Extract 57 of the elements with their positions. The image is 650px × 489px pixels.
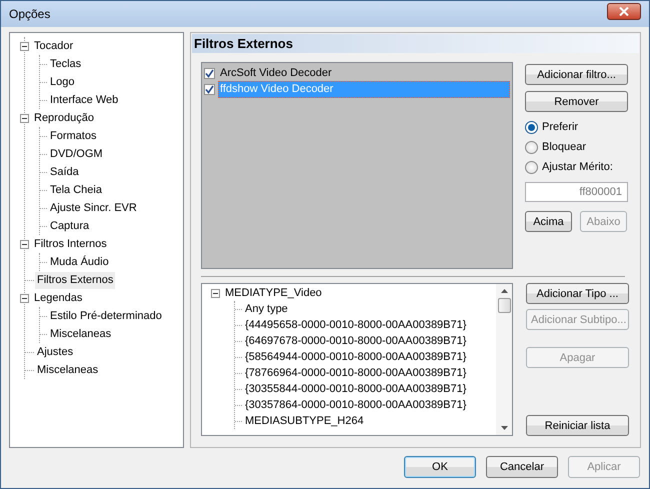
tree-item[interactable]: {78766964-0000-0010-8000-00AA00389B71}	[243, 364, 468, 382]
tree-item[interactable]: Miscelaneas	[48, 326, 114, 342]
tree-item[interactable]: {44495658-0000-0010-8000-00AA00389B71}	[243, 316, 468, 334]
collapse-icon[interactable]	[20, 240, 29, 248]
type-button[interactable]: Adicionar Tipo ...	[526, 283, 629, 304]
radio-button[interactable]	[525, 160, 538, 174]
tree-item[interactable]: Estilo Pré-determinado	[48, 308, 164, 324]
tree-item[interactable]: Ajuste Sincr. EVR	[48, 200, 139, 216]
collapse-icon[interactable]	[211, 288, 220, 298]
tree-item[interactable]: Miscelaneas	[35, 362, 100, 378]
tree-item[interactable]: Teclas	[48, 56, 84, 72]
tree-item[interactable]: Reprodução	[32, 110, 96, 126]
tree-item[interactable]: {58564944-0000-0010-8000-00AA00389B71}	[243, 348, 468, 366]
window-title: Opções	[9, 7, 52, 21]
down-arrow-icon[interactable]	[500, 426, 508, 430]
tree-item[interactable]: Ajustes	[35, 344, 76, 360]
order-button[interactable]: Acima	[525, 211, 572, 232]
radio-label[interactable]: Ajustar Mérito:	[542, 161, 613, 173]
collapse-icon[interactable]	[20, 42, 29, 50]
reset-list-button[interactable]: Reiniciar lista	[526, 415, 629, 436]
scroll-thumb[interactable]	[498, 298, 510, 313]
tree-item[interactable]: Legendas	[32, 290, 84, 306]
tree-item[interactable]: {64697678-0000-0010-8000-00AA00389B71}	[243, 332, 468, 350]
tree-item[interactable]: Filtros Internos	[32, 236, 109, 252]
scrollbar[interactable]	[496, 284, 512, 435]
tree-item[interactable]: Tocador	[32, 38, 76, 54]
checkbox[interactable]	[204, 68, 215, 78]
radio-button[interactable]	[525, 140, 538, 154]
dialog-button[interactable]: Cancelar	[486, 456, 558, 478]
filter-button[interactable]: Remover	[525, 91, 628, 112]
tree-item[interactable]: {30355844-0000-0010-8000-00AA00389B71}	[243, 380, 468, 398]
page-title: Filtros Externos	[192, 34, 639, 53]
radio-button[interactable]	[525, 120, 538, 134]
tree-item[interactable]: DVD/OGM	[48, 146, 105, 162]
tree-item[interactable]: {30357864-0000-0010-8000-00AA00389B71}	[243, 396, 468, 414]
tree-item[interactable]: Interface Web	[48, 92, 120, 108]
tree-item[interactable]: Formatos	[48, 128, 98, 144]
tree-item[interactable]: Filtros Externos	[35, 272, 116, 288]
tree-item[interactable]: Muda Áudio	[48, 254, 111, 270]
tree-item[interactable]: Saída	[48, 164, 81, 180]
close-icon	[619, 6, 629, 16]
close-button[interactable]	[607, 2, 641, 20]
collapse-icon[interactable]	[20, 114, 29, 122]
radio-label[interactable]: Bloquear	[542, 141, 586, 153]
collapse-icon[interactable]	[20, 294, 29, 302]
filter-item[interactable]: ArcSoft Video Decoder	[218, 64, 510, 82]
tree-item[interactable]: Tela Cheia	[48, 182, 104, 198]
tree-item[interactable]: Captura	[48, 218, 92, 234]
tree-item[interactable]: MEDIASUBTYPE_H264	[243, 412, 366, 430]
up-arrow-icon[interactable]	[500, 289, 508, 293]
filter-button[interactable]: Adicionar filtro...	[525, 64, 628, 85]
tree-item[interactable]: Any type	[243, 300, 290, 318]
dialog-button[interactable]: OK	[404, 456, 476, 478]
checkbox[interactable]	[204, 84, 215, 94]
radio-label[interactable]: Preferir	[542, 121, 578, 133]
tree-item[interactable]: Logo	[48, 74, 76, 90]
tree-item[interactable]: MEDIATYPE_Video	[223, 284, 324, 302]
